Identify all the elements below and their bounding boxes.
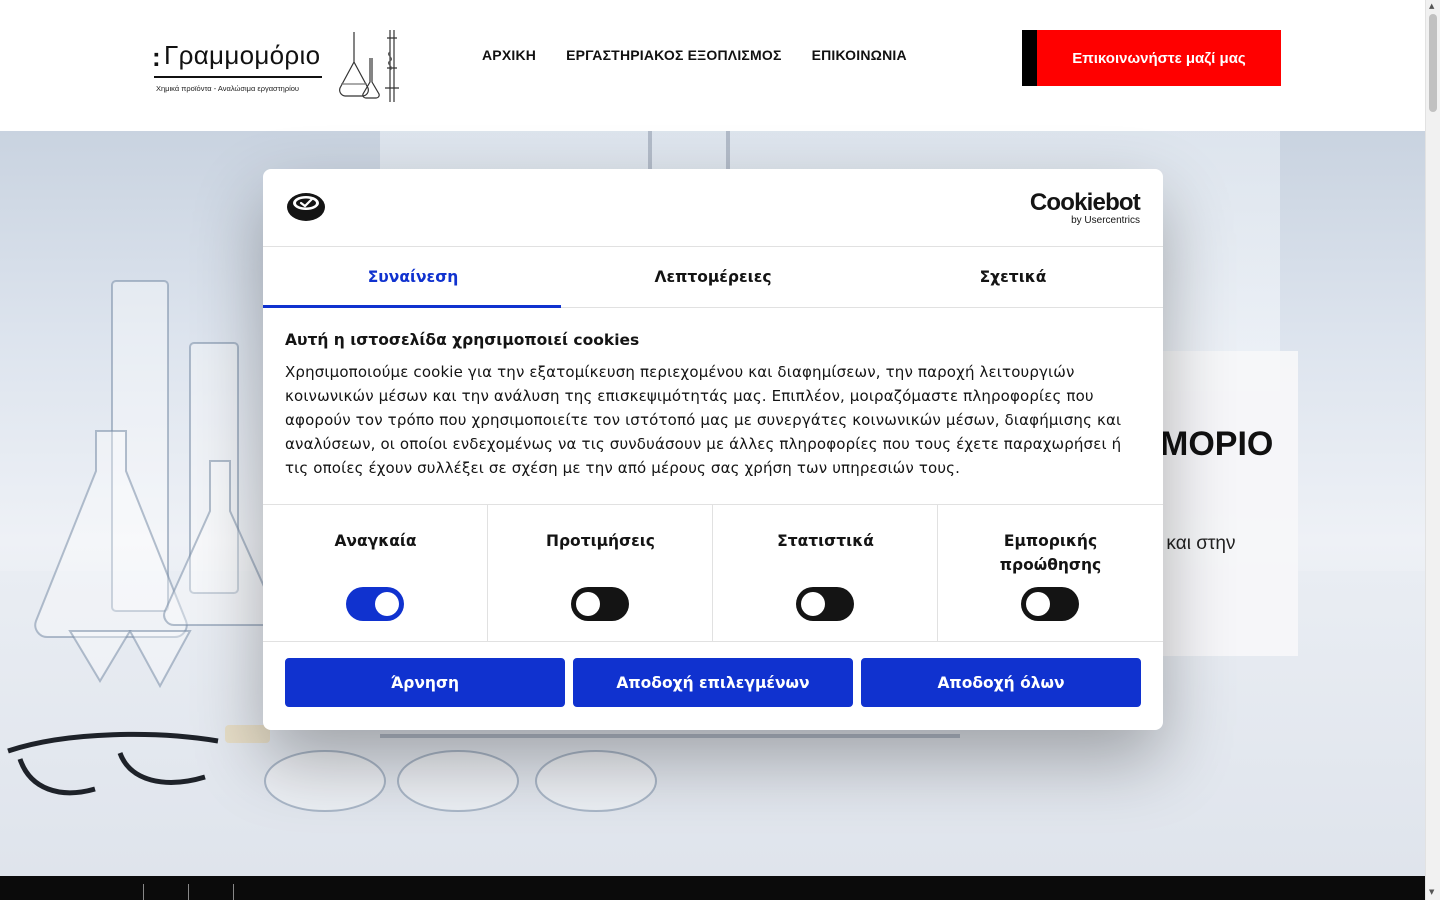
brand-name: Cookiebot xyxy=(1029,189,1141,216)
allow-selection-button[interactable]: Αποδοχή επιλεγμένων xyxy=(573,658,853,707)
necessary-toggle[interactable] xyxy=(346,587,404,621)
tab-about[interactable]: Σχετικά xyxy=(863,247,1163,307)
category-preferences: Προτιμήσεις xyxy=(488,505,713,642)
cookiebot-brand[interactable]: Cookiebot by Usercentrics xyxy=(1029,189,1141,227)
allow-all-button[interactable]: Αποδοχή όλων xyxy=(861,658,1141,707)
statistics-toggle[interactable] xyxy=(796,587,854,621)
dialog-buttons: Άρνηση Αποδοχή επιλεγμένων Αποδοχή όλων xyxy=(285,658,1141,707)
dialog-description: Χρησιμοποιούμε cookie για την εξατομίκευ… xyxy=(285,363,1122,477)
tab-details[interactable]: Λεπτομέρειες xyxy=(563,247,863,307)
preferences-toggle[interactable] xyxy=(571,587,629,621)
category-statistics: Στατιστικά xyxy=(713,505,938,642)
cookiebot-logo-icon xyxy=(287,193,325,221)
toggle-knob xyxy=(576,592,600,616)
cookie-overlay: Cookiebot by Usercentrics Συναίνεση Λεπτ… xyxy=(0,0,1440,900)
dialog-heading: Αυτή η ιστοσελίδα χρησιμοποιεί cookies xyxy=(285,331,640,349)
toggle-knob xyxy=(375,592,399,616)
marketing-toggle[interactable] xyxy=(1021,587,1079,621)
dialog-header: Cookiebot by Usercentrics xyxy=(263,169,1163,247)
dialog-tabs: Συναίνεση Λεπτομέρειες Σχετικά xyxy=(263,247,1163,308)
category-marketing: Εμπορικής προώθησης xyxy=(938,505,1163,642)
category-necessary: Αναγκαία xyxy=(263,505,488,642)
consent-categories: Αναγκαία Προτιμήσεις Στατιστικά Εμπορική… xyxy=(263,504,1163,642)
deny-button[interactable]: Άρνηση xyxy=(285,658,565,707)
dialog-body: Αυτή η ιστοσελίδα χρησιμοποιεί cookies Χ… xyxy=(285,331,1145,480)
category-label: Αναγκαία xyxy=(334,532,417,550)
toggle-knob xyxy=(801,592,825,616)
toggle-knob xyxy=(1026,592,1050,616)
cookie-consent-dialog: Cookiebot by Usercentrics Συναίνεση Λεπτ… xyxy=(263,169,1163,730)
category-label: Στατιστικά xyxy=(777,532,874,550)
category-label: Εμπορικής προώθησης xyxy=(999,532,1102,574)
category-label: Προτιμήσεις xyxy=(545,532,655,550)
brand-subtitle: by Usercentrics xyxy=(1071,215,1140,226)
tab-consent[interactable]: Συναίνεση xyxy=(263,247,563,308)
